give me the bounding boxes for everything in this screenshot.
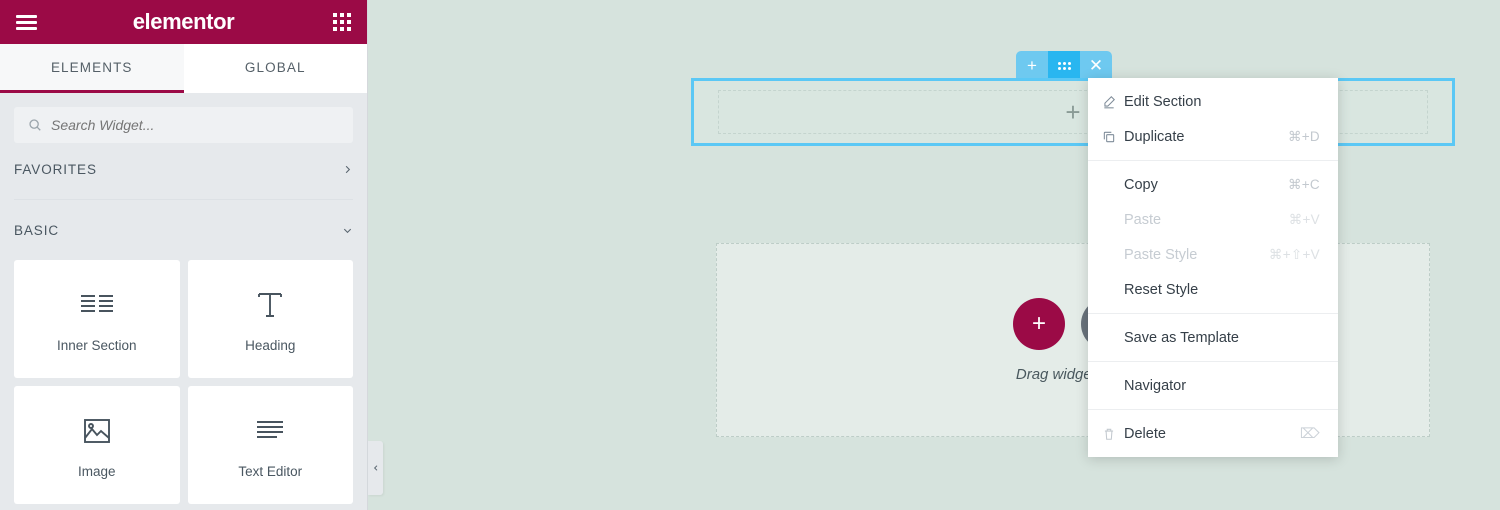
widget-image[interactable]: Image — [14, 386, 180, 504]
copy-icon — [1102, 130, 1124, 144]
widget-inner-section[interactable]: Inner Section — [14, 260, 180, 378]
plus-icon: + — [1065, 97, 1081, 127]
panel-header: elementor — [0, 0, 367, 44]
menu-item-save-as-template[interactable]: Save as Template — [1088, 320, 1338, 355]
menu-item-label: Save as Template — [1124, 329, 1239, 346]
menu-item-copy[interactable]: Copy ⌘+C — [1088, 167, 1338, 202]
search-input[interactable] — [51, 117, 339, 133]
columns-icon — [80, 294, 113, 312]
context-menu-group: Delete ⌦ — [1088, 409, 1338, 457]
menu-item-shortcut: ⌘+D — [1287, 128, 1320, 144]
dots-grid-icon — [1057, 61, 1071, 70]
close-section-button[interactable]: ✕ — [1080, 51, 1112, 80]
menu-item-shortcut: ⌘+⇧+V — [1268, 246, 1320, 262]
menu-item-paste: Paste ⌘+V — [1088, 202, 1338, 237]
search-icon — [29, 119, 41, 131]
chevron-down-icon — [343, 228, 352, 233]
menu-item-label: Reset Style — [1124, 281, 1199, 298]
category-favorites-label: FAVORITES — [14, 161, 97, 177]
elementor-logo: elementor — [132, 9, 235, 34]
context-menu-group: Navigator — [1088, 361, 1338, 409]
search-widget-box[interactable] — [14, 107, 353, 143]
widget-label: Text Editor — [238, 463, 303, 479]
category-basic-label: BASIC — [14, 222, 60, 238]
text-t-icon — [258, 292, 283, 317]
selected-section[interactable]: + — [691, 78, 1455, 146]
category-favorites[interactable]: FAVORITES — [14, 143, 353, 195]
widget-label: Heading — [245, 337, 296, 353]
image-icon — [83, 418, 110, 443]
panel-collapse-handle[interactable] — [368, 441, 383, 495]
chevron-right-icon — [345, 165, 351, 173]
widget-text-editor[interactable]: Text Editor — [187, 386, 353, 504]
menu-item-duplicate[interactable]: Duplicate ⌘+D — [1088, 119, 1338, 154]
menu-item-label: Paste Style — [1124, 246, 1198, 263]
menu-item-edit-section[interactable]: Edit Section — [1088, 84, 1338, 119]
menu-item-label: Delete — [1124, 425, 1166, 442]
text-lines-icon — [257, 420, 284, 438]
menu-item-reset-style[interactable]: Reset Style — [1088, 272, 1338, 307]
context-menu-group: Save as Template — [1088, 313, 1338, 361]
section-context-menu[interactable]: Edit Section Duplicate ⌘+D Copy ⌘+C Past… — [1088, 78, 1338, 457]
close-icon: ✕ — [1088, 56, 1104, 75]
category-divider — [14, 199, 353, 200]
plus-icon: + — [1027, 56, 1037, 75]
elementor-editor: + ✕ + + Drag widget here elementor ELEME… — [0, 0, 1500, 510]
tab-global-label: GLOBAL — [244, 59, 306, 75]
add-section-button[interactable]: + — [1016, 51, 1048, 80]
menu-item-label: Copy — [1124, 176, 1158, 193]
widget-grid: Inner Section Heading Image Text Editor — [14, 260, 353, 504]
category-basic[interactable]: BASIC — [14, 204, 353, 256]
apps-grid-icon[interactable] — [333, 13, 351, 31]
widget-heading[interactable]: Heading — [187, 260, 353, 378]
widget-label: Inner Section — [56, 337, 137, 353]
menu-item-shortcut: ⌦ — [1299, 425, 1320, 441]
chevron-left-icon — [373, 465, 377, 471]
pencil-icon — [1102, 95, 1124, 109]
context-menu-group: Copy ⌘+C Paste ⌘+V Paste Style ⌘+⇧+V Res… — [1088, 160, 1338, 313]
context-menu-group: Edit Section Duplicate ⌘+D — [1088, 78, 1338, 160]
tab-elements-label: ELEMENTS — [50, 59, 133, 75]
hamburger-icon[interactable] — [16, 14, 37, 30]
menu-item-shortcut: ⌘+C — [1287, 176, 1320, 192]
menu-item-paste-style: Paste Style ⌘+⇧+V — [1088, 237, 1338, 272]
add-new-section-button[interactable]: + — [1013, 297, 1065, 350]
trash-icon — [1102, 427, 1124, 441]
menu-item-shortcut: ⌘+V — [1288, 211, 1320, 227]
panel-tabs: ELEMENTS GLOBAL — [0, 44, 367, 93]
menu-item-label: Navigator — [1124, 377, 1187, 394]
section-toolbar: + ✕ — [1016, 51, 1112, 80]
menu-item-navigator[interactable]: Navigator — [1088, 368, 1338, 403]
panel-body: FAVORITES BASIC Inner Sectio — [0, 93, 367, 504]
menu-item-label: Duplicate — [1124, 128, 1185, 145]
widget-label: Image — [77, 463, 116, 479]
widgets-panel: elementor ELEMENTS GLOBAL FAVORITES — [0, 0, 368, 510]
plus-icon: + — [1031, 309, 1046, 337]
menu-item-label: Edit Section — [1124, 93, 1202, 110]
tab-global[interactable]: GLOBAL — [183, 44, 367, 93]
menu-item-label: Paste — [1124, 211, 1162, 228]
menu-item-delete[interactable]: Delete ⌦ — [1088, 416, 1338, 451]
tab-elements[interactable]: ELEMENTS — [0, 44, 184, 93]
drag-section-handle[interactable] — [1048, 51, 1080, 80]
